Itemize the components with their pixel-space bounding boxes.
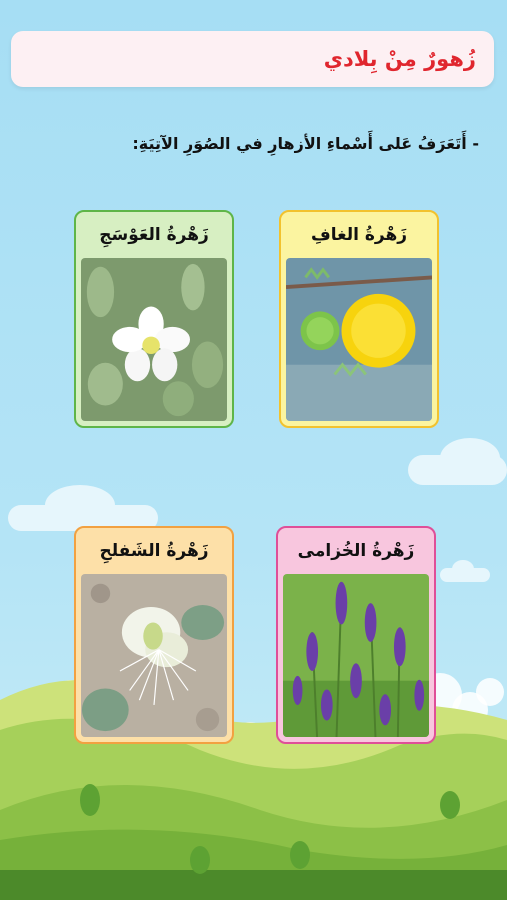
lavender-flower-photo [283, 574, 429, 737]
card-caper-flower[interactable]: زَهْرةُ الشَفلحِ [74, 526, 234, 744]
instruction-text: - أَتَعَرَفُ عَلى أَسْماءِ الأزهارِ في ا… [132, 134, 479, 153]
card-awsaj-flower[interactable]: زَهْرةُ العَوْسَجِ [74, 210, 234, 428]
card-label-awsaj: زَهْرةُ العَوْسَجِ [99, 225, 209, 245]
card-label-ghaf: زَهْرةُ الغافِ [310, 225, 408, 245]
page-title: زُهورٌ مِنْ بِلادي [323, 47, 476, 71]
cloud-left-puff [45, 485, 115, 525]
card-label-lavender: زَهْرةُ الخُزامى [297, 541, 415, 561]
card-label-caper: زَهْرةُ الشَفلحِ [99, 541, 209, 561]
card-ghaf-flower[interactable]: زَهْرةُ الغافِ [279, 210, 439, 428]
caper-flower-photo [81, 574, 227, 737]
awsaj-flower-photo [81, 258, 227, 421]
card-lavender-flower[interactable]: زَهْرةُ الخُزامى [276, 526, 436, 744]
cloud-right-puff [440, 438, 500, 478]
ghaf-flower-photo [286, 258, 432, 421]
cloud-small-puff [452, 560, 474, 578]
title-bar: زُهورٌ مِنْ بِلادي [11, 31, 494, 87]
